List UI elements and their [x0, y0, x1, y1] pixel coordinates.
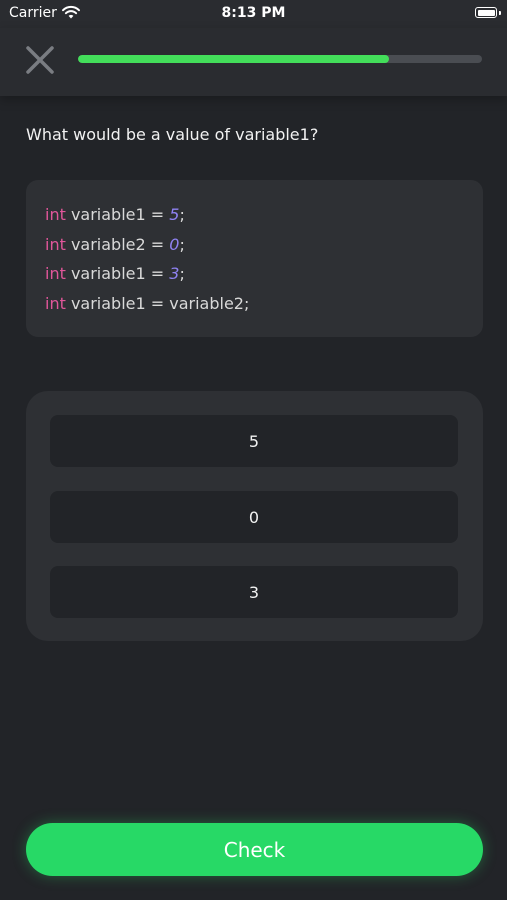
- code-line: int variable1 = variable2;: [45, 293, 250, 313]
- battery-tip: [499, 11, 501, 15]
- progress-fill: [78, 55, 390, 63]
- status-bar: Carrier 8:13 PM: [0, 0, 507, 28]
- close-icon[interactable]: [22, 42, 58, 78]
- code-line: int variable1 = 5;: [45, 205, 185, 224]
- quiz-header: [0, 28, 507, 96]
- progress-bar: [78, 55, 482, 63]
- check-button[interactable]: Check: [26, 823, 483, 876]
- code-line: int variable2 = 0;: [45, 234, 185, 254]
- answer-options: 5 0 3: [26, 391, 483, 641]
- status-time: 8:13 PM: [221, 5, 286, 21]
- answer-option-0[interactable]: 0: [50, 491, 458, 543]
- quiz-screen: Carrier 8:13 PM What would be a value of…: [0, 0, 507, 900]
- answer-option-5[interactable]: 5: [50, 415, 458, 467]
- battery-icon: [475, 7, 497, 18]
- question-text: What would be a value of variable1?: [26, 125, 319, 144]
- answer-option-3[interactable]: 3: [50, 566, 458, 618]
- code-block: int variable1 = 5; int variable2 = 0; in…: [26, 180, 483, 337]
- code-line: int variable1 = 3;: [45, 264, 185, 283]
